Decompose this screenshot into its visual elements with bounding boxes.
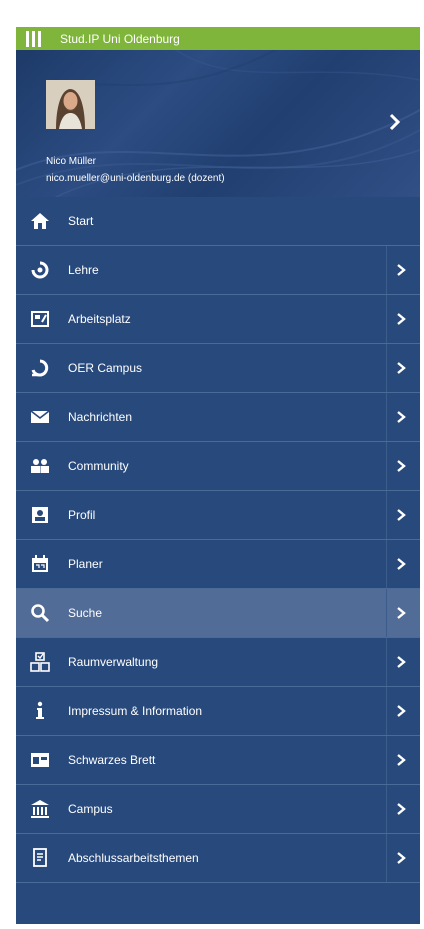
menu-item-oer-campus[interactable]: OER Campus xyxy=(16,344,420,393)
avatar xyxy=(46,80,95,129)
menu-item-start[interactable]: Start xyxy=(16,197,420,246)
menu-item-label: Start xyxy=(68,214,94,228)
chevron-right-icon[interactable] xyxy=(393,409,409,425)
divider xyxy=(386,295,387,343)
main-menu: Start Lehre Arbeitsplatz OER Campus Nach… xyxy=(16,197,420,883)
user-name: Nico Müller xyxy=(46,156,97,167)
menu-item-label: Nachrichten xyxy=(68,410,133,424)
menu-item-nachrichten[interactable]: Nachrichten xyxy=(16,393,420,442)
chevron-right-icon[interactable] xyxy=(393,556,409,572)
menu-item-suche[interactable]: Suche xyxy=(16,589,420,638)
divider xyxy=(386,638,387,686)
board-icon xyxy=(30,750,50,770)
chevron-right-icon[interactable] xyxy=(393,654,409,670)
chevron-right-icon[interactable] xyxy=(393,262,409,278)
divider xyxy=(386,736,387,784)
chevron-right-icon[interactable] xyxy=(393,458,409,474)
search-icon xyxy=(30,603,50,623)
menu-item-label: OER Campus xyxy=(68,361,143,375)
menu-item-label: Lehre xyxy=(68,263,99,277)
menu-item-label: Campus xyxy=(68,802,113,816)
menu-toggle-icon[interactable] xyxy=(26,30,44,48)
chevron-right-icon[interactable] xyxy=(393,311,409,327)
divider xyxy=(386,344,387,392)
room-icon xyxy=(30,652,50,672)
divider xyxy=(386,834,387,882)
menu-item-planer[interactable]: Planer xyxy=(16,540,420,589)
divider xyxy=(386,589,387,637)
info-icon xyxy=(30,701,50,721)
divider xyxy=(386,393,387,441)
screen: Stud.IP Uni Oldenburg Nico Müller nico.m… xyxy=(0,0,424,929)
menu-item-label: Impressum & Information xyxy=(68,704,203,718)
divider xyxy=(386,687,387,735)
mail-icon xyxy=(30,407,50,427)
chevron-right-icon[interactable] xyxy=(388,112,402,132)
chevron-right-icon[interactable] xyxy=(393,605,409,621)
top-bar: Stud.IP Uni Oldenburg xyxy=(16,27,420,50)
menu-item-lehre[interactable]: Lehre xyxy=(16,246,420,295)
divider xyxy=(386,491,387,539)
profile-icon xyxy=(30,505,50,525)
menu-item-impressum[interactable]: Impressum & Information xyxy=(16,687,420,736)
divider xyxy=(386,246,387,294)
profile-header[interactable]: Nico Müller nico.mueller@uni-oldenburg.d… xyxy=(16,50,420,197)
divider xyxy=(386,442,387,490)
chevron-right-icon[interactable] xyxy=(393,703,409,719)
oer-icon xyxy=(30,358,50,378)
menu-item-campus[interactable]: Campus xyxy=(16,785,420,834)
seminar-icon xyxy=(30,260,50,280)
chevron-right-icon[interactable] xyxy=(393,850,409,866)
menu-item-label: Community xyxy=(68,459,129,473)
chevron-right-icon[interactable] xyxy=(393,360,409,376)
app-title: Stud.IP Uni Oldenburg xyxy=(60,31,180,46)
menu-item-abschlussarbeitsthemen[interactable]: Abschlussarbeitsthemen xyxy=(16,834,420,883)
user-email: nico.mueller@uni-oldenburg.de (dozent) xyxy=(46,173,225,184)
menu-item-label: Profil xyxy=(68,508,96,522)
menu-item-profil[interactable]: Profil xyxy=(16,491,420,540)
menu-item-label: Schwarzes Brett xyxy=(68,753,156,767)
menu-item-label: Raumverwaltung xyxy=(68,655,159,669)
campus-icon xyxy=(30,799,50,819)
menu-item-raumverwaltung[interactable]: Raumverwaltung xyxy=(16,638,420,687)
community-icon xyxy=(30,456,50,476)
menu-item-label: Abschlussarbeitsthemen xyxy=(68,851,199,865)
divider xyxy=(386,540,387,588)
navigation-panel: Stud.IP Uni Oldenburg Nico Müller nico.m… xyxy=(16,27,420,924)
menu-item-label: Suche xyxy=(68,606,103,620)
menu-item-label: Planer xyxy=(68,557,103,571)
divider xyxy=(386,785,387,833)
workplace-icon xyxy=(30,309,50,329)
menu-item-arbeitsplatz[interactable]: Arbeitsplatz xyxy=(16,295,420,344)
calendar-icon xyxy=(30,554,50,574)
chevron-right-icon[interactable] xyxy=(393,801,409,817)
menu-item-schwarzes-brett[interactable]: Schwarzes Brett xyxy=(16,736,420,785)
menu-item-community[interactable]: Community xyxy=(16,442,420,491)
chevron-right-icon[interactable] xyxy=(393,752,409,768)
home-icon xyxy=(30,211,50,231)
thesis-icon xyxy=(30,848,50,868)
menu-item-label: Arbeitsplatz xyxy=(68,312,131,326)
chevron-right-icon[interactable] xyxy=(393,507,409,523)
